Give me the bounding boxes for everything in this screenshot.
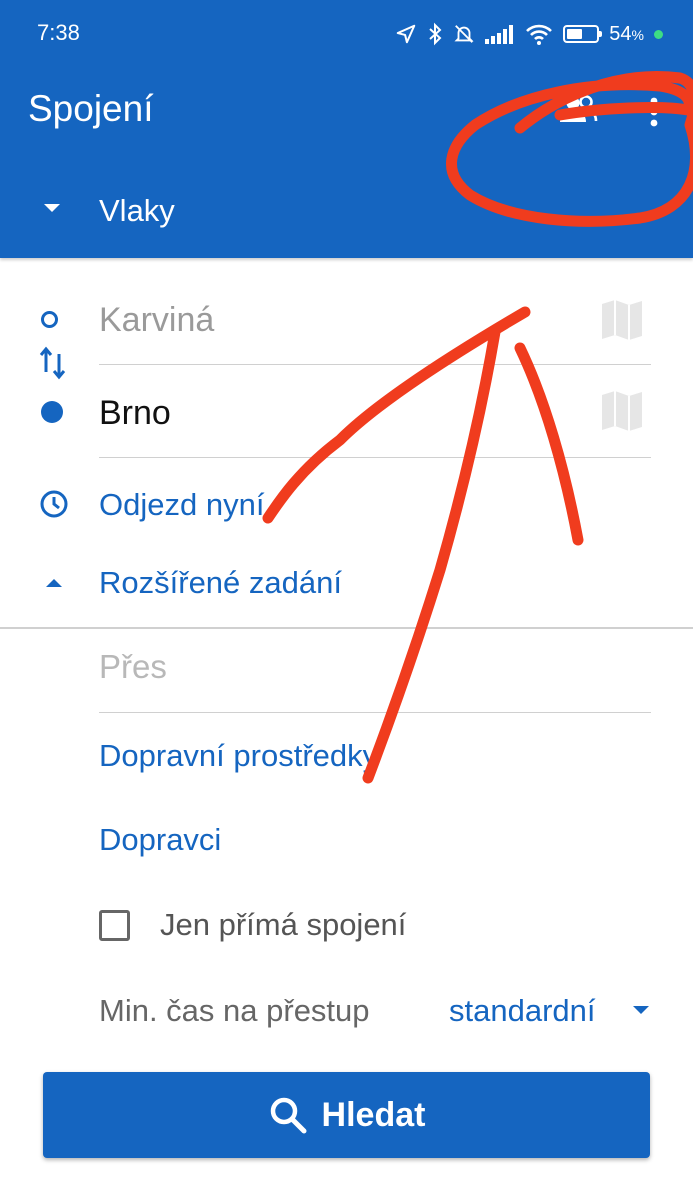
wifi-icon — [526, 24, 553, 45]
search-icon — [270, 1097, 307, 1134]
bell-off-icon — [454, 25, 474, 43]
swap-icon[interactable] — [38, 346, 68, 380]
more-vert-icon[interactable] — [640, 94, 668, 130]
status-bar: 7:38 54% — [0, 0, 693, 68]
navigation-icon — [397, 24, 416, 44]
advanced-search-toggle[interactable]: Rozšířené zadání — [99, 565, 342, 601]
carriers-link[interactable]: Dopravci — [99, 822, 221, 858]
direct-only-label: Jen přímá spojení — [160, 907, 407, 942]
chevron-down-icon — [633, 1006, 649, 1014]
status-time: 7:38 — [37, 20, 80, 45]
status-icons: 54% — [395, 20, 663, 48]
via-input[interactable] — [99, 648, 639, 686]
chevron-up-icon — [46, 579, 62, 587]
to-station-field[interactable]: Brno — [99, 368, 651, 458]
departure-time-link[interactable]: Odjezd nyní — [99, 487, 264, 523]
via-station-field[interactable] — [99, 630, 651, 713]
from-station-value: Karviná — [99, 301, 215, 339]
destination-dot-icon — [41, 401, 63, 423]
transport-mode-selector[interactable]: Vlaky — [0, 186, 693, 240]
app-bar: 7:38 54% Spojení Vlaky — [0, 0, 693, 258]
origin-circle-icon — [41, 311, 58, 328]
privacy-indicator-dot — [654, 29, 663, 39]
to-station-value: Brno — [99, 394, 171, 432]
min-transfer-label: Min. čas na přestup — [99, 993, 370, 1028]
map-icon[interactable] — [600, 298, 644, 342]
from-station-field[interactable]: Karviná — [99, 275, 651, 365]
bluetooth-icon — [429, 22, 442, 46]
signal-icon — [485, 25, 514, 44]
page-title: Spojení — [28, 88, 154, 129]
transport-means-link[interactable]: Dopravní prostředky — [99, 738, 378, 774]
chevron-down-icon — [44, 204, 60, 212]
search-button[interactable]: Hledat — [43, 1072, 650, 1158]
transport-mode-label: Vlaky — [99, 193, 175, 228]
min-transfer-dropdown[interactable]: standardní — [449, 993, 596, 1029]
direct-only-checkbox[interactable] — [99, 910, 130, 941]
divider — [0, 627, 693, 629]
clock-icon — [40, 490, 68, 518]
search-button-label: Hledat — [321, 1095, 426, 1134]
map-icon[interactable] — [600, 389, 644, 433]
battery-percent: 54% — [609, 22, 644, 45]
people-icon[interactable] — [558, 92, 598, 128]
battery-icon — [563, 25, 603, 43]
